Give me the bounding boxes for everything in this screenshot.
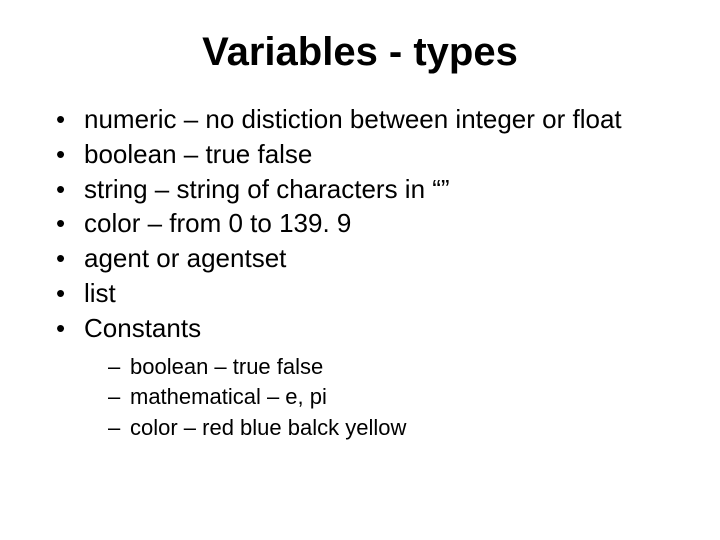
bullet-text: Constants	[84, 313, 201, 343]
bullet-item: Constants boolean – true false mathemati…	[56, 312, 680, 443]
bullet-text: agent or agentset	[84, 243, 286, 273]
bullet-text: color – from 0 to 139. 9	[84, 208, 351, 238]
bullet-item: numeric – no distiction between integer …	[56, 103, 680, 137]
bullet-item: string – string of characters in “”	[56, 173, 680, 207]
sub-bullet-list: boolean – true false mathematical – e, p…	[84, 352, 680, 443]
sub-bullet-item: color – red blue balck yellow	[108, 413, 680, 443]
sub-bullet-item: mathematical – e, pi	[108, 382, 680, 412]
bullet-item: boolean – true false	[56, 138, 680, 172]
slide: Variables - types numeric – no distictio…	[0, 0, 720, 540]
bullet-item: agent or agentset	[56, 242, 680, 276]
bullet-item: list	[56, 277, 680, 311]
bullet-list: numeric – no distiction between integer …	[40, 103, 680, 443]
sub-bullet-text: boolean – true false	[130, 354, 323, 379]
sub-bullet-item: boolean – true false	[108, 352, 680, 382]
bullet-text: numeric – no distiction between integer …	[84, 104, 622, 134]
sub-bullet-text: mathematical – e, pi	[130, 384, 327, 409]
sub-bullet-text: color – red blue balck yellow	[130, 415, 406, 440]
slide-title: Variables - types	[40, 30, 680, 75]
bullet-text: list	[84, 278, 116, 308]
bullet-text: boolean – true false	[84, 139, 312, 169]
bullet-item: color – from 0 to 139. 9	[56, 207, 680, 241]
bullet-text: string – string of characters in “”	[84, 174, 450, 204]
